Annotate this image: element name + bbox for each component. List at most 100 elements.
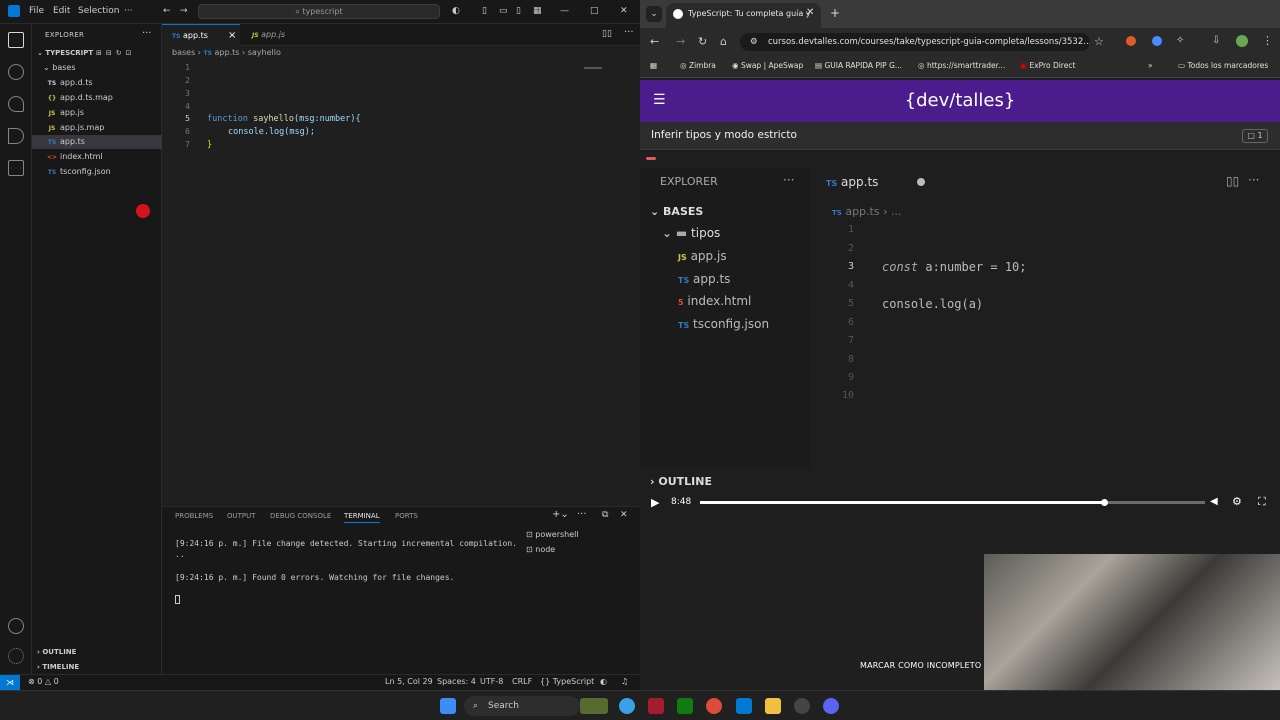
bell-icon[interactable]: ♫ — [621, 677, 628, 686]
file-index-html[interactable]: <> index.html — [32, 150, 162, 164]
breadcrumb-folder[interactable]: bases — [172, 48, 195, 57]
timeline-section[interactable]: › TIMELINE — [32, 660, 162, 674]
hamburger-menu-icon[interactable]: ☰ — [653, 92, 666, 108]
terminal-instance-powershell[interactable]: ⊡ powershell — [526, 527, 579, 542]
cursor-position[interactable]: Ln 5, Col 29 — [385, 677, 433, 686]
file-app-js[interactable]: JS app.js — [32, 106, 162, 120]
menu-edit[interactable]: Edit — [53, 6, 70, 16]
video-player[interactable]: EXPLORER ··· ⌄ BASES ⌄ ▬ tipos JS app.js… — [640, 150, 1280, 516]
split-editor-icon[interactable]: ▯▯ — [602, 29, 612, 39]
forward-arrow-icon[interactable]: → — [676, 35, 685, 48]
tab-app-ts[interactable]: TS app.ts × — [162, 24, 240, 46]
profile-avatar[interactable] — [1236, 35, 1248, 47]
bookmark-star-icon[interactable]: ☆ — [1094, 35, 1104, 48]
file-app-js-map[interactable]: JS app.js.map — [32, 121, 162, 135]
remote-icon[interactable]: ⋊ — [0, 675, 20, 691]
breadcrumb-file[interactable]: app.ts — [215, 48, 240, 57]
run-debug-icon[interactable] — [8, 128, 24, 144]
chrome-icon[interactable] — [706, 698, 722, 714]
back-arrow-icon[interactable]: ← — [163, 6, 171, 16]
forward-arrow-icon[interactable]: → — [180, 6, 188, 16]
fullscreen-icon[interactable]: ⛶ — [1258, 495, 1266, 509]
command-center-search[interactable]: ⌕ typescript — [198, 4, 440, 19]
new-tab-icon[interactable]: + — [830, 6, 840, 20]
file-tsconfig-json[interactable]: TS tsconfig.json — [32, 165, 162, 179]
editor-more-icon[interactable]: ··· — [624, 27, 634, 38]
widgets-icon[interactable] — [580, 698, 608, 714]
file-app-d-ts[interactable]: TS app.d.ts — [32, 76, 162, 90]
outline-section[interactable]: › OUTLINE — [32, 645, 162, 659]
extensions-puzzle-icon[interactable]: ✧ — [1176, 35, 1184, 46]
explorer-files-icon[interactable] — [8, 32, 24, 48]
windows-start-icon[interactable] — [440, 698, 456, 714]
copilot-taskbar-icon[interactable] — [619, 698, 635, 714]
menu-file[interactable]: File — [29, 6, 44, 16]
close-window-icon[interactable]: ✕ — [620, 6, 628, 16]
breadcrumb-symbol[interactable]: sayhello — [248, 48, 281, 57]
new-terminal-icon[interactable]: +⌄ — [552, 509, 569, 520]
layout-sidebar-icon[interactable]: ▯ — [482, 6, 487, 16]
code-editor[interactable]: 1 2 3 4 5 6 7 function sayhello(msg:numb… — [162, 60, 640, 505]
volume-icon[interactable]: ◀ — [1210, 496, 1218, 507]
panel-tab-problems[interactable]: PROBLEMS — [175, 512, 213, 520]
problems-status[interactable]: ⊗ 0 △ 0 — [28, 677, 59, 686]
folder-bases[interactable]: ⌄ bases — [32, 61, 162, 75]
bookmark-smarttrader[interactable]: ◎ https://smarttrader... — [918, 61, 1005, 70]
settings-gear-icon[interactable]: ⚙ — [1232, 495, 1242, 508]
comments-button[interactable]: ▢ 1 — [1242, 129, 1268, 143]
taskbar-search[interactable]: ⌕ Search — [464, 696, 580, 716]
all-bookmarks[interactable]: ▭ Todos los marcadores — [1178, 61, 1268, 70]
source-control-icon[interactable] — [8, 96, 24, 112]
github-icon[interactable] — [794, 698, 810, 714]
bookmarks-overflow-icon[interactable]: » — [1148, 61, 1153, 70]
extensions-icon[interactable] — [8, 160, 24, 176]
play-icon[interactable]: ▶ — [651, 496, 659, 509]
extension-icon[interactable] — [1152, 36, 1162, 46]
downloads-icon[interactable]: ⇩ — [1212, 35, 1220, 46]
search-icon[interactable] — [8, 64, 24, 80]
address-bar[interactable]: ⚙ cursos.devtalles.com/courses/take/type… — [740, 33, 1090, 51]
layout-panel-icon[interactable]: ▭ — [499, 6, 508, 16]
video-scrubber-handle[interactable] — [1101, 499, 1108, 506]
tab-search-icon[interactable]: ⌄ — [646, 6, 662, 22]
vscode-taskbar-icon[interactable] — [736, 698, 752, 714]
discord-icon[interactable] — [823, 698, 839, 714]
tab-app-js[interactable]: JS app.js — [242, 24, 316, 46]
terminal-instance-node[interactable]: ⊡ node — [526, 542, 579, 557]
customize-layout-icon[interactable]: ▦ — [533, 6, 542, 16]
extension-icon[interactable] — [1126, 36, 1136, 46]
account-icon[interactable] — [8, 618, 24, 634]
maximize-icon[interactable]: □ — [590, 6, 599, 16]
home-icon[interactable]: ⌂ — [720, 35, 727, 48]
browser-menu-icon[interactable]: ⋮ — [1262, 34, 1273, 47]
file-explorer-icon[interactable] — [765, 698, 781, 714]
close-icon[interactable]: × — [228, 25, 236, 47]
video-progress-bar[interactable] — [700, 501, 1205, 504]
back-arrow-icon[interactable]: ← — [650, 35, 659, 48]
terminal-output[interactable]: [9:24:16 p. m.] File change detected. St… — [175, 527, 517, 604]
terminal-more-icon[interactable]: ··· — [577, 509, 587, 520]
encoding[interactable]: UTF-8 — [480, 677, 503, 686]
panel-tab-terminal[interactable]: TERMINAL — [344, 512, 380, 523]
app-red-icon[interactable] — [648, 698, 664, 714]
minimize-icon[interactable]: — — [560, 6, 569, 16]
bookmark-zimbra[interactable]: ◎ Zimbra — [680, 61, 716, 70]
menu-selection[interactable]: Selection — [78, 6, 119, 16]
gear-icon[interactable] — [8, 648, 24, 664]
reload-icon[interactable]: ↻ — [698, 35, 707, 48]
language-mode[interactable]: {} TypeScript — [540, 677, 594, 686]
menu-more-icon[interactable]: ··· — [124, 6, 133, 16]
workspace-root[interactable]: ⌄ TYPESCRIPT ⊞⊟↻⊡ — [32, 46, 162, 60]
file-app-ts[interactable]: TS app.ts — [32, 135, 162, 149]
close-panel-icon[interactable]: ✕ — [620, 510, 628, 520]
bookmark-guia-rapida[interactable]: ▤ GUIA RAPIDA PIP G... — [815, 61, 902, 70]
bookmark-expro[interactable]: ▣ ExPro Direct — [1020, 61, 1075, 70]
panel-tab-ports[interactable]: PORTS — [395, 512, 418, 520]
indentation[interactable]: Spaces: 4 — [437, 677, 476, 686]
copilot-status-icon[interactable]: ◐ — [600, 677, 607, 686]
maximize-panel-icon[interactable]: ⧉ — [602, 510, 608, 520]
explorer-more-icon[interactable]: ··· — [142, 28, 152, 39]
close-tab-icon[interactable]: ✕ — [806, 7, 814, 18]
explorer-actions-icon[interactable]: ⊞⊟↻⊡ — [96, 46, 135, 60]
site-info-icon[interactable]: ⚙ — [750, 33, 758, 51]
